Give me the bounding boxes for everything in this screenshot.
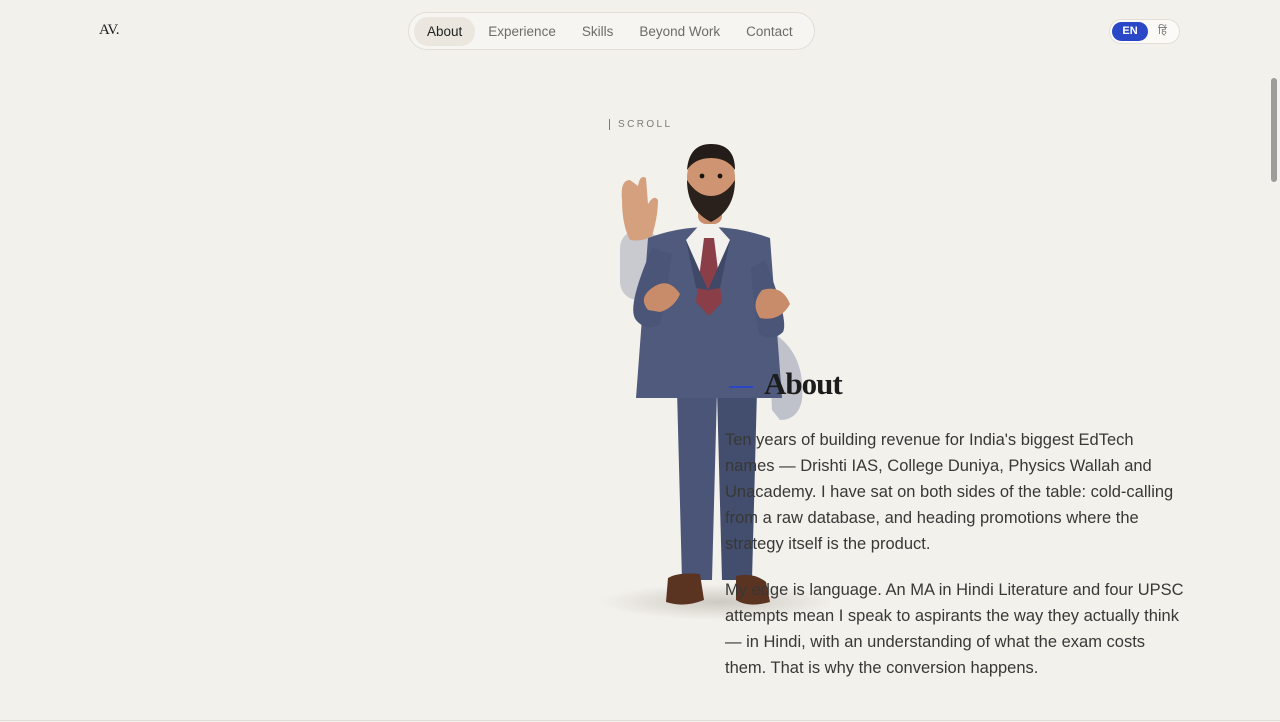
nav-item-experience[interactable]: Experience bbox=[475, 17, 569, 46]
page-scrollbar[interactable] bbox=[1271, 78, 1277, 182]
nav-item-skills[interactable]: Skills bbox=[569, 17, 627, 46]
about-paragraph-1: Ten years of building revenue for India'… bbox=[725, 431, 1174, 553]
about-body: Ten years of building revenue for India'… bbox=[725, 427, 1185, 701]
scroll-indicator: SCROLL bbox=[609, 119, 672, 130]
logo[interactable]: AV. bbox=[99, 22, 120, 39]
scroll-line bbox=[609, 119, 610, 130]
about-accent-rule bbox=[729, 386, 753, 388]
about-heading: About bbox=[764, 366, 843, 401]
nav-item-contact[interactable]: Contact bbox=[733, 17, 806, 46]
main-nav: About Experience Skills Beyond Work Cont… bbox=[408, 12, 815, 50]
nav-item-beyond-work[interactable]: Beyond Work bbox=[626, 17, 733, 46]
scroll-label: SCROLL bbox=[618, 119, 673, 130]
about-paragraph-2: My edge is language. An MA in Hindi Lite… bbox=[725, 581, 1184, 677]
lang-en-button[interactable]: EN bbox=[1112, 22, 1148, 41]
lang-hi-button[interactable]: हिं bbox=[1148, 22, 1177, 41]
nav-item-about[interactable]: About bbox=[414, 16, 476, 46]
section-divider bbox=[0, 720, 1280, 721]
language-toggle: EN हिं bbox=[1109, 19, 1180, 44]
